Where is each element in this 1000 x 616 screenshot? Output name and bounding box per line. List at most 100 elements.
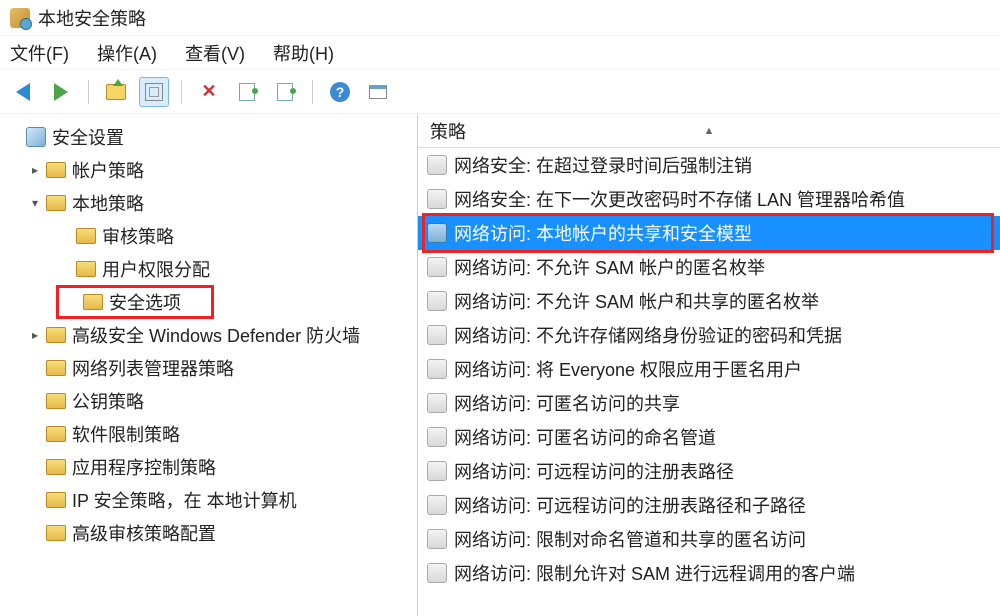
tree-root[interactable]: 安全设置: [0, 120, 417, 153]
policy-row[interactable]: 网络安全: 在下一次更改密码时不存储 LAN 管理器哈希值: [418, 182, 1000, 216]
tree-item-label: 本地策略: [72, 190, 144, 216]
delete-icon: ✕: [201, 81, 216, 102]
policy-icon: [426, 460, 448, 482]
toolbar-separator: [181, 80, 182, 104]
policy-icon: [426, 426, 448, 448]
window-icon: [369, 85, 387, 99]
back-arrow-icon: [16, 83, 30, 101]
tree-item-label: 用户权限分配: [102, 256, 210, 282]
policy-row[interactable]: 网络访问: 可匿名访问的命名管道: [418, 420, 1000, 454]
show-tree-button[interactable]: [139, 77, 169, 107]
policy-row[interactable]: 网络安全: 在超过登录时间后强制注销: [418, 148, 1000, 182]
back-button[interactable]: [8, 77, 38, 107]
app-icon: [10, 8, 30, 28]
policy-label: 网络访问: 可远程访问的注册表路径: [454, 458, 734, 484]
tree-item[interactable]: 用户权限分配: [0, 252, 417, 285]
policy-label: 网络访问: 本地帐户的共享和安全模型: [454, 220, 752, 246]
chevron-right-icon[interactable]: ▸: [26, 328, 44, 342]
export-button[interactable]: [270, 77, 300, 107]
folder-icon: [81, 294, 105, 310]
policy-icon: [426, 154, 448, 176]
policy-label: 网络访问: 限制对命名管道和共享的匿名访问: [454, 526, 806, 552]
tree-item-label: 安全选项: [109, 289, 181, 315]
properties-button[interactable]: [232, 77, 262, 107]
policy-icon: [426, 188, 448, 210]
folder-icon: [44, 426, 68, 442]
policy-label: 网络访问: 可远程访问的注册表路径和子路径: [454, 492, 806, 518]
menu-help[interactable]: 帮助(H): [273, 40, 334, 66]
policy-label: 网络访问: 可匿名访问的命名管道: [454, 424, 716, 450]
policy-label: 网络访问: 将 Everyone 权限应用于匿名用户: [454, 356, 802, 382]
menu-action[interactable]: 操作(A): [97, 40, 157, 66]
titlebar: 本地安全策略: [0, 0, 1000, 36]
policy-row[interactable]: 网络访问: 本地帐户的共享和安全模型: [418, 216, 1000, 250]
policy-label: 网络安全: 在下一次更改密码时不存储 LAN 管理器哈希值: [454, 186, 905, 212]
tree-root-label: 安全设置: [52, 124, 124, 150]
policy-row[interactable]: 网络访问: 不允许 SAM 帐户和共享的匿名枚举: [418, 284, 1000, 318]
tree-item[interactable]: 软件限制策略: [0, 417, 417, 450]
folder-icon: [74, 228, 98, 244]
menu-view[interactable]: 查看(V): [185, 40, 245, 66]
policy-row[interactable]: 网络访问: 不允许存储网络身份验证的密码和凭据: [418, 318, 1000, 352]
folder-icon: [44, 162, 68, 178]
tree-item[interactable]: ▸帐户策略: [0, 153, 417, 186]
tree-item[interactable]: 高级审核策略配置: [0, 516, 417, 549]
policy-list: 网络安全: 在超过登录时间后强制注销网络安全: 在下一次更改密码时不存储 LAN…: [418, 148, 1000, 590]
export-icon: [277, 83, 293, 101]
window-title: 本地安全策略: [38, 5, 146, 31]
policy-label: 网络安全: 在超过登录时间后强制注销: [454, 152, 752, 178]
tree-item-label: 高级审核策略配置: [72, 520, 216, 546]
tree-item[interactable]: 网络列表管理器策略: [0, 351, 417, 384]
sort-indicator-icon: ▲: [704, 125, 715, 137]
policy-icon: [426, 358, 448, 380]
tree-pane: 安全设置 ▸帐户策略 ▾ 本地策略审核策略用户权限分配安全选项 ▸ 高级安全 Windo…: [0, 114, 418, 616]
policy-pane: 策略 ▲ 网络安全: 在超过登录时间后强制注销网络安全: 在下一次更改密码时不存…: [418, 114, 1000, 616]
policy-icon: [426, 256, 448, 278]
policy-row[interactable]: 网络访问: 可匿名访问的共享: [418, 386, 1000, 420]
policy-label: 网络访问: 不允许 SAM 帐户和共享的匿名枚举: [454, 288, 819, 314]
folder-icon: [44, 393, 68, 409]
chevron-down-icon[interactable]: ▾: [26, 196, 44, 210]
tree-item-label: 审核策略: [102, 223, 174, 249]
tree-item[interactable]: ▾ 本地策略: [0, 186, 417, 219]
properties-icon: [239, 83, 255, 101]
help-button[interactable]: ?: [325, 77, 355, 107]
tree-item[interactable]: IP 安全策略，在 本地计算机: [0, 483, 417, 516]
folder-up-button[interactable]: [101, 77, 131, 107]
column-header-policy[interactable]: 策略 ▲: [418, 114, 1000, 148]
policy-row[interactable]: 网络访问: 限制允许对 SAM 进行远程调用的客户端: [418, 556, 1000, 590]
policy-icon: [426, 222, 448, 244]
tree-item[interactable]: 审核策略: [0, 219, 417, 252]
tree-item[interactable]: 安全选项: [0, 285, 417, 318]
folder-icon: [44, 360, 68, 376]
tree-item-label: 软件限制策略: [72, 421, 180, 447]
policy-label: 网络访问: 限制允许对 SAM 进行远程调用的客户端: [454, 560, 855, 586]
tree-item[interactable]: 应用程序控制策略: [0, 450, 417, 483]
extra-window-button[interactable]: [363, 77, 393, 107]
toolbar-separator: [312, 80, 313, 104]
policy-icon: [426, 290, 448, 312]
policy-label: 网络访问: 不允许存储网络身份验证的密码和凭据: [454, 322, 842, 348]
tree-item-label: 网络列表管理器策略: [72, 355, 234, 381]
delete-button[interactable]: ✕: [194, 77, 224, 107]
tree-item-label: 公钥策略: [72, 388, 144, 414]
policy-row[interactable]: 网络访问: 不允许 SAM 帐户的匿名枚举: [418, 250, 1000, 284]
policy-row[interactable]: 网络访问: 可远程访问的注册表路径和子路径: [418, 488, 1000, 522]
policy-row[interactable]: 网络访问: 将 Everyone 权限应用于匿名用户: [418, 352, 1000, 386]
root-icon: [24, 127, 48, 147]
forward-button[interactable]: [46, 77, 76, 107]
console-tree-icon: [145, 83, 163, 101]
help-icon: ?: [330, 82, 350, 102]
folder-icon: [44, 459, 68, 475]
tree-item[interactable]: ▸ 高级安全 Windows Defender 防火墙: [0, 318, 417, 351]
policy-icon: [426, 494, 448, 516]
column-header-label: 策略: [430, 118, 466, 144]
policy-label: 网络访问: 可匿名访问的共享: [454, 390, 680, 416]
policy-row[interactable]: 网络访问: 限制对命名管道和共享的匿名访问: [418, 522, 1000, 556]
tree-item-label: 高级安全 Windows Defender 防火墙: [72, 322, 360, 348]
tree-item[interactable]: 公钥策略: [0, 384, 417, 417]
menu-file[interactable]: 文件(F): [10, 40, 69, 66]
folder-icon: [44, 327, 68, 343]
policy-row[interactable]: 网络访问: 可远程访问的注册表路径: [418, 454, 1000, 488]
chevron-right-icon[interactable]: ▸: [26, 163, 44, 177]
